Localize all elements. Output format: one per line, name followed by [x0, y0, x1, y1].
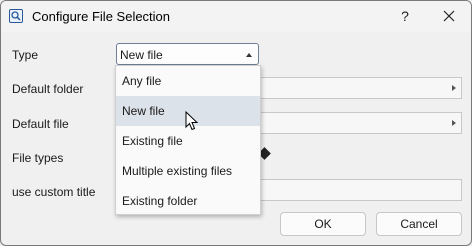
ok-button[interactable]: OK: [280, 212, 366, 236]
dropdown-option-any-file[interactable]: Any file: [116, 66, 260, 96]
dialog-title: Configure File Selection: [32, 9, 171, 24]
title-bar: Configure File Selection ?: [1, 1, 471, 32]
default-folder-label: Default folder: [12, 82, 84, 96]
mouse-pointer-icon: [185, 111, 199, 131]
chevron-right-icon[interactable]: [452, 120, 456, 126]
search-icon: [9, 9, 23, 23]
configure-file-selection-dialog: Configure File Selection ? Type New file…: [0, 0, 472, 246]
dropdown-option-existing-folder[interactable]: Existing folder: [116, 186, 260, 216]
type-select[interactable]: New file: [116, 43, 259, 65]
close-button[interactable]: [437, 6, 461, 26]
type-select-value: New file: [120, 48, 163, 62]
cancel-button[interactable]: Cancel: [376, 212, 462, 236]
chevron-up-icon: [246, 53, 252, 57]
custom-title-input[interactable]: [259, 179, 462, 201]
custom-title-label: use custom title: [12, 185, 96, 199]
type-label: Type: [12, 48, 39, 62]
default-file-field[interactable]: [259, 112, 462, 134]
chevron-right-icon[interactable]: [452, 85, 456, 91]
type-dropdown-list: Any file New file Existing file Multiple…: [115, 65, 261, 215]
default-folder-field[interactable]: [259, 77, 462, 99]
file-types-label: File types: [12, 151, 64, 165]
close-icon: [443, 10, 455, 22]
help-button[interactable]: ?: [395, 6, 415, 26]
dropdown-option-multiple-existing-files[interactable]: Multiple existing files: [116, 156, 260, 186]
default-file-label: Default file: [12, 117, 69, 131]
